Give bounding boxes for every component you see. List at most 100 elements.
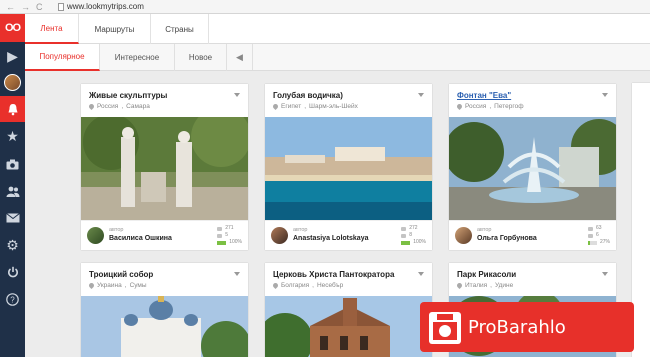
card-city[interactable]: Петергоф bbox=[494, 103, 523, 110]
url-text: www.lookmytrips.com bbox=[67, 2, 144, 11]
svg-text:?: ? bbox=[10, 295, 15, 304]
card-city[interactable]: Сумы bbox=[130, 282, 147, 289]
author-name[interactable]: Anastasiya Lolotskaya bbox=[293, 235, 368, 242]
loc-sep: , bbox=[312, 282, 314, 289]
card-country[interactable]: Россия bbox=[97, 103, 118, 110]
chevron-down-icon[interactable] bbox=[602, 272, 608, 276]
chevron-down-icon[interactable] bbox=[602, 93, 608, 97]
play-icon[interactable]: ▶ bbox=[0, 43, 25, 69]
app-root: ← → C www.lookmytrips.com OO ▶ ★ ⚙ ? Лен… bbox=[0, 0, 650, 357]
tab-feed[interactable]: Лента bbox=[25, 14, 79, 44]
card-country[interactable]: Египет bbox=[281, 103, 301, 110]
bell-icon[interactable] bbox=[0, 96, 25, 122]
subtab-new[interactable]: Новое bbox=[175, 44, 227, 71]
card-photo[interactable] bbox=[81, 117, 248, 220]
chevron-down-icon[interactable] bbox=[418, 272, 424, 276]
logo[interactable]: OO bbox=[0, 14, 25, 42]
help-icon[interactable]: ? bbox=[0, 286, 25, 312]
chevron-down-icon[interactable] bbox=[234, 272, 240, 276]
eye-icon bbox=[587, 226, 593, 231]
loc-sep: , bbox=[304, 103, 307, 110]
card-title[interactable]: Парк Рикасоли bbox=[457, 270, 516, 279]
mail-icon[interactable] bbox=[0, 205, 25, 231]
post-card[interactable]: Троицкий собор Украина, Сумы bbox=[81, 263, 248, 357]
card-location: Египет, Шарм-эль-Шейх bbox=[271, 102, 358, 111]
card-title[interactable]: Фонтан "Ева" bbox=[457, 91, 511, 100]
tab-routes[interactable]: Маршруты bbox=[79, 14, 151, 44]
card-title[interactable]: Троицкий собор bbox=[89, 270, 153, 279]
power-glyph bbox=[7, 266, 18, 278]
progress-text: 100% bbox=[413, 239, 426, 245]
likes-count: 6 bbox=[595, 232, 599, 238]
avatar[interactable] bbox=[271, 227, 288, 244]
card-city[interactable]: Самара bbox=[126, 103, 150, 110]
tab-countries[interactable]: Страны bbox=[151, 14, 209, 44]
settings-icon[interactable]: ⚙ bbox=[0, 232, 25, 258]
card-location: Украина, Сумы bbox=[87, 281, 147, 290]
progress-text: 100% bbox=[229, 239, 242, 245]
chevron-down-icon[interactable] bbox=[418, 93, 424, 97]
sub-tabs: Популярное Интересное Новое ◀ bbox=[25, 44, 650, 71]
power-icon[interactable] bbox=[0, 259, 25, 285]
author-name[interactable]: Василиса Ошкина bbox=[109, 235, 172, 242]
card-country[interactable]: Россия bbox=[465, 103, 486, 110]
star-icon[interactable]: ★ bbox=[0, 123, 25, 149]
arrow-right-icon[interactable]: → bbox=[21, 2, 30, 12]
loc-sep: , bbox=[489, 103, 492, 110]
card-footer: автор Ольга Горбунова 63 6 27% bbox=[449, 220, 616, 250]
card-city[interactable]: Шарм-эль-Шейх bbox=[309, 103, 358, 110]
post-card[interactable]: Голубая водичка) Египет, Шарм-эль-Шейх ав… bbox=[265, 84, 432, 250]
next-card-edge bbox=[632, 83, 650, 357]
card-location: Италия, Удине bbox=[455, 281, 513, 290]
author-label: автор bbox=[109, 227, 124, 233]
main-tabs: Лента Маршруты Страны bbox=[25, 14, 650, 44]
views-count: 271 bbox=[225, 225, 234, 231]
card-location: Болгария, Несебър bbox=[271, 281, 343, 290]
url-field[interactable]: www.lookmytrips.com bbox=[58, 2, 144, 11]
card-country[interactable]: Италия bbox=[465, 282, 487, 289]
card-country[interactable]: Болгария bbox=[281, 282, 309, 289]
scroll-left-icon[interactable]: ◀ bbox=[227, 44, 253, 70]
heart-icon bbox=[401, 233, 407, 238]
post-card[interactable]: Живые скульптуры Россия, Самара автор Вас… bbox=[81, 84, 248, 250]
card-city[interactable]: Удине bbox=[495, 282, 513, 289]
card-title[interactable]: Живые скульптуры bbox=[89, 91, 167, 100]
people-icon[interactable] bbox=[0, 178, 25, 204]
reload-icon[interactable]: C bbox=[36, 2, 43, 12]
chevron-down-icon[interactable] bbox=[234, 93, 240, 97]
subtab-popular[interactable]: Популярное bbox=[25, 44, 100, 71]
camera-icon[interactable] bbox=[0, 151, 25, 177]
progress-fill bbox=[587, 240, 591, 245]
avatar[interactable] bbox=[87, 227, 104, 244]
eye-icon bbox=[401, 226, 407, 231]
subtab-interesting[interactable]: Интересное bbox=[100, 44, 175, 71]
sidebar-avatar[interactable] bbox=[0, 69, 25, 95]
card-country[interactable]: Украина bbox=[97, 282, 122, 289]
card-title[interactable]: Голубая водичка) bbox=[273, 91, 343, 100]
progress-fill bbox=[401, 240, 411, 245]
pin-icon bbox=[455, 102, 464, 111]
card-photo[interactable] bbox=[265, 117, 432, 220]
loc-sep: , bbox=[124, 282, 127, 289]
camera-glyph bbox=[6, 159, 19, 169]
post-card[interactable]: Церковь Христа Пантократора Болгария, Нес… bbox=[265, 263, 432, 357]
browser-nav: ← → C bbox=[0, 2, 58, 12]
pin-icon bbox=[271, 281, 280, 290]
author-name[interactable]: Ольга Горбунова bbox=[477, 235, 537, 242]
watermark-badge: ProBarahlo bbox=[420, 302, 634, 352]
card-title[interactable]: Церковь Христа Пантократора bbox=[273, 270, 394, 279]
card-photo[interactable] bbox=[81, 296, 248, 357]
card-photo[interactable] bbox=[449, 117, 616, 220]
card-stats: 63 6 27% bbox=[587, 225, 610, 246]
pin-icon bbox=[271, 102, 280, 111]
progress-bar bbox=[587, 240, 597, 245]
heart-icon bbox=[587, 233, 593, 238]
page-icon bbox=[58, 2, 64, 11]
avatar[interactable] bbox=[455, 227, 472, 244]
post-card[interactable]: Фонтан "Ева" Россия, Петергоф автор Ольга… bbox=[449, 84, 616, 250]
card-photo[interactable] bbox=[265, 296, 432, 357]
help-glyph: ? bbox=[6, 292, 19, 306]
card-stats: 272 8 100% bbox=[401, 225, 426, 246]
card-city[interactable]: Несебър bbox=[317, 282, 343, 289]
arrow-left-icon[interactable]: ← bbox=[6, 2, 15, 12]
